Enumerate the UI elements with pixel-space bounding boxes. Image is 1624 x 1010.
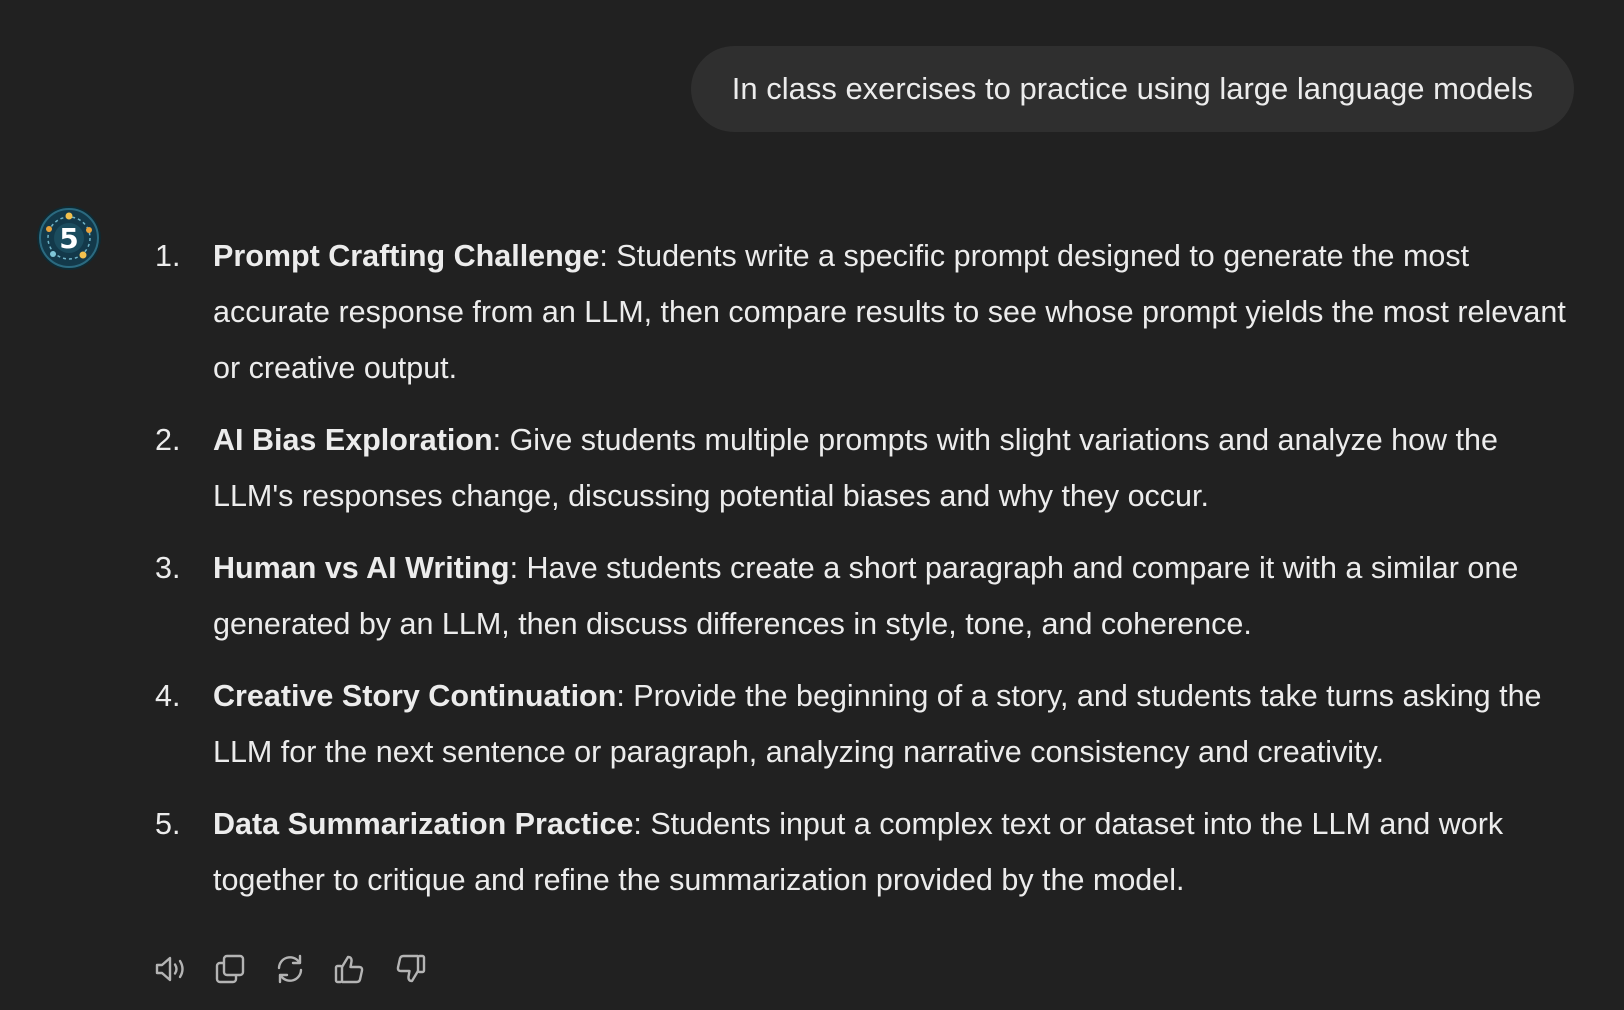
thumbs-down-icon bbox=[396, 954, 426, 983]
exercise-list-item: 5. Data Summarization Practice: Students … bbox=[155, 796, 1575, 908]
list-item-number: 4. bbox=[155, 679, 181, 713]
speaker-icon bbox=[155, 956, 184, 982]
exercise-list-item: 4. Creative Story Continuation: Provide t… bbox=[155, 668, 1575, 780]
exercise-title: AI Bias Exploration bbox=[213, 423, 493, 457]
exercise-title: Prompt Crafting Challenge bbox=[213, 239, 600, 273]
exercise-list-item: 2. AI Bias Exploration: Give students mul… bbox=[155, 412, 1575, 524]
copy-icon bbox=[215, 954, 245, 984]
exercise-title: Human vs AI Writing bbox=[213, 551, 510, 585]
bad-response-button[interactable] bbox=[393, 952, 427, 986]
thumbs-up-icon bbox=[334, 955, 364, 984]
chat-page: In class exercises to practice using lar… bbox=[0, 0, 1624, 1010]
copy-button[interactable] bbox=[213, 952, 247, 986]
list-item-number: 1. bbox=[155, 239, 181, 273]
exercise-title: Creative Story Continuation bbox=[213, 679, 617, 713]
exercise-title: Data Summarization Practice bbox=[213, 807, 634, 841]
exercise-list: 1. Prompt Crafting Challenge: Students wr… bbox=[155, 228, 1575, 908]
exercise-list-item: 3. Human vs AI Writing: Have students cre… bbox=[155, 540, 1575, 652]
assistant-response: 1. Prompt Crafting Challenge: Students wr… bbox=[155, 228, 1575, 924]
good-response-button[interactable] bbox=[333, 952, 367, 986]
regenerate-icon bbox=[277, 954, 303, 984]
user-message-text: In class exercises to practice using lar… bbox=[731, 71, 1533, 106]
assistant-avatar: 5 bbox=[37, 206, 101, 270]
list-item-number: 3. bbox=[155, 551, 181, 585]
list-item-number: 5. bbox=[155, 807, 181, 841]
exercise-list-item: 1. Prompt Crafting Challenge: Students wr… bbox=[155, 228, 1575, 396]
svg-text:5: 5 bbox=[59, 222, 78, 255]
user-message-bubble: In class exercises to practice using lar… bbox=[690, 46, 1574, 132]
list-item-number: 2. bbox=[155, 423, 181, 457]
read-aloud-button[interactable] bbox=[153, 952, 187, 986]
gpt-avatar-icon: 5 bbox=[37, 206, 101, 270]
message-action-bar bbox=[153, 952, 427, 986]
regenerate-button[interactable] bbox=[273, 952, 307, 986]
